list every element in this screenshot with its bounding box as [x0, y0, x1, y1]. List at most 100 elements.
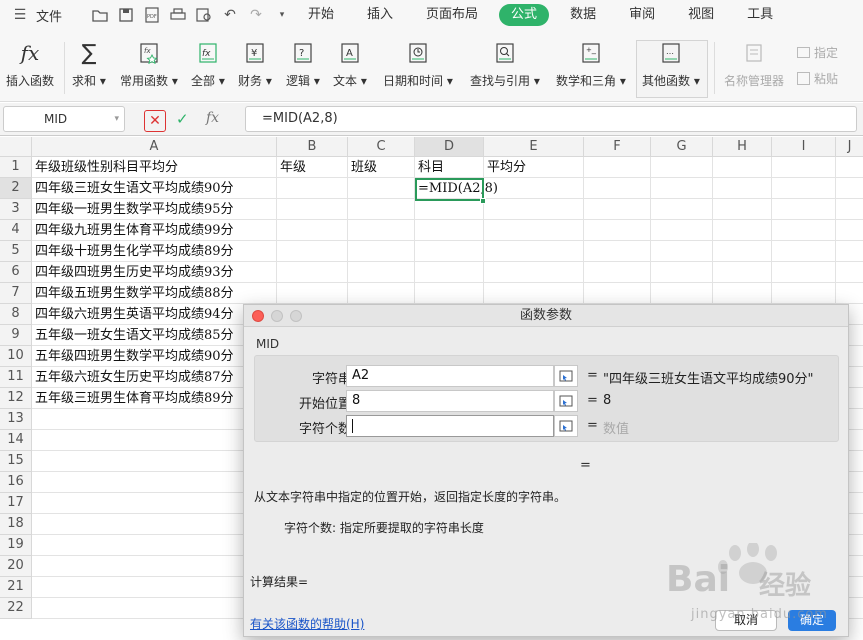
cell-a6[interactable]: 四年级四班男生历史平均成绩93分: [32, 262, 276, 283]
column-header[interactable]: F: [584, 137, 651, 157]
column-header[interactable]: A: [32, 137, 277, 157]
common-functions-button[interactable]: fx 常用函数 ▾: [120, 40, 178, 96]
column-header[interactable]: J: [836, 137, 863, 157]
tab-data[interactable]: 数据: [558, 4, 608, 26]
hamburger-menu-icon[interactable]: ☰: [10, 5, 30, 25]
row-header[interactable]: 18: [0, 514, 32, 535]
name-manager-button[interactable]: 名称管理器: [724, 40, 784, 96]
row-header[interactable]: 4: [0, 220, 32, 241]
paste-name-button[interactable]: 粘贴: [797, 70, 838, 87]
autosum-button[interactable]: ∑ 求和 ▾: [72, 40, 106, 96]
tab-view[interactable]: 视图: [676, 4, 726, 26]
cell-a2[interactable]: 四年级三班女生语文平均成绩90分: [32, 178, 276, 199]
row-header[interactable]: 20: [0, 556, 32, 577]
row-header[interactable]: 5: [0, 241, 32, 262]
row-header[interactable]: 10: [0, 346, 32, 367]
select-all-corner[interactable]: [0, 137, 32, 157]
row-header[interactable]: 16: [0, 472, 32, 493]
row-header[interactable]: 8: [0, 304, 32, 325]
minimize-icon[interactable]: [271, 310, 283, 322]
print-preview-icon[interactable]: [194, 5, 214, 25]
fx-icon[interactable]: fx: [206, 110, 219, 126]
file-menu[interactable]: 文件: [36, 6, 62, 25]
row-header[interactable]: 9: [0, 325, 32, 346]
help-link[interactable]: 有关该函数的帮助(H): [250, 615, 364, 632]
row-header[interactable]: 2: [0, 178, 32, 199]
row-header[interactable]: 1: [0, 157, 32, 178]
cell-a1[interactable]: 年级班级性别科目平均分: [32, 157, 276, 178]
cell-d1[interactable]: 科目: [415, 157, 483, 178]
save-icon[interactable]: [116, 5, 136, 25]
tab-page-layout[interactable]: 页面布局: [414, 4, 490, 26]
cancel-formula-button[interactable]: ✕: [144, 110, 166, 132]
cell-c1[interactable]: 班级: [348, 157, 414, 178]
cell-a8[interactable]: 四年级六班男生英语平均成绩94分: [32, 304, 276, 325]
maximize-icon[interactable]: [290, 310, 302, 322]
range-picker-icon[interactable]: [554, 390, 578, 412]
all-functions-button[interactable]: fx 全部 ▾: [191, 40, 225, 96]
cell-a10[interactable]: 五年级四班男生数学平均成绩90分: [32, 346, 276, 367]
logic-functions-button[interactable]: ? 逻辑 ▾: [286, 40, 320, 96]
arg-input-start[interactable]: 8: [346, 390, 554, 412]
name-box[interactable]: MID ▾: [3, 106, 125, 132]
cell-a11[interactable]: 五年级六班女生历史平均成绩87分: [32, 367, 276, 388]
undo-icon[interactable]: ↶: [220, 5, 240, 25]
row-header[interactable]: 22: [0, 598, 32, 619]
chevron-down-icon[interactable]: ▾: [114, 107, 119, 131]
math-functions-button[interactable]: + − 数学和三角 ▾: [556, 40, 626, 96]
row-header[interactable]: 19: [0, 535, 32, 556]
range-picker-icon[interactable]: [554, 365, 578, 387]
column-header[interactable]: G: [651, 137, 713, 157]
column-header[interactable]: C: [348, 137, 415, 157]
column-header[interactable]: I: [772, 137, 836, 157]
cell-a5[interactable]: 四年级十班男生化学平均成绩89分: [32, 241, 276, 262]
tab-formulas[interactable]: 公式: [499, 4, 550, 26]
tab-insert[interactable]: 插入: [355, 4, 405, 26]
arg-input-text[interactable]: A2: [346, 365, 554, 387]
row-header[interactable]: 12: [0, 388, 32, 409]
cell-a4[interactable]: 四年级九班男生体育平均成绩99分: [32, 220, 276, 241]
arg-input-num-chars[interactable]: [346, 415, 554, 437]
redo-icon[interactable]: ↷: [246, 5, 266, 25]
row-header[interactable]: 11: [0, 367, 32, 388]
column-header[interactable]: B: [277, 137, 348, 157]
cell-a7[interactable]: 四年级五班男生数学平均成绩88分: [32, 283, 276, 304]
cell-b1[interactable]: 年级: [277, 157, 347, 178]
assign-button[interactable]: 指定: [797, 44, 838, 61]
other-functions-button[interactable]: … 其他函数 ▾: [642, 40, 700, 96]
row-header[interactable]: 15: [0, 451, 32, 472]
close-icon[interactable]: [252, 310, 264, 322]
cell-e1[interactable]: 平均分: [484, 157, 583, 178]
cell-a9[interactable]: 五年级一班女生语文平均成绩85分: [32, 325, 276, 346]
row-header[interactable]: 14: [0, 430, 32, 451]
lookup-functions-button[interactable]: 查找与引用 ▾: [470, 40, 540, 96]
row-header[interactable]: 17: [0, 493, 32, 514]
tab-review[interactable]: 审阅: [617, 4, 667, 26]
tab-tools[interactable]: 工具: [735, 4, 785, 26]
row-header[interactable]: 7: [0, 283, 32, 304]
column-header[interactable]: D: [415, 137, 484, 157]
row-header[interactable]: 21: [0, 577, 32, 598]
datetime-functions-button[interactable]: 日期和时间 ▾: [383, 40, 453, 96]
formula-input[interactable]: =MID(A2,8): [245, 106, 857, 132]
export-pdf-icon[interactable]: PDF: [142, 5, 162, 25]
column-header[interactable]: E: [484, 137, 584, 157]
cancel-button[interactable]: 取消: [715, 610, 777, 631]
confirm-formula-button[interactable]: ✓: [176, 110, 189, 128]
cell-a3[interactable]: 四年级一班男生数学平均成绩95分: [32, 199, 276, 220]
row-header[interactable]: 6: [0, 262, 32, 283]
open-folder-icon[interactable]: [90, 5, 110, 25]
tab-home[interactable]: 开始: [296, 4, 346, 26]
insert-function-button[interactable]: fx 插入函数: [6, 40, 54, 96]
print-icon[interactable]: [168, 5, 188, 25]
column-header[interactable]: H: [713, 137, 772, 157]
range-picker-icon[interactable]: [554, 415, 578, 437]
text-functions-button[interactable]: A 文本 ▾: [333, 40, 367, 96]
customize-dropdown-icon[interactable]: ▾: [272, 5, 292, 25]
finance-functions-button[interactable]: ¥ 财务 ▾: [238, 40, 272, 96]
ok-button[interactable]: 确定: [788, 610, 836, 631]
row-header[interactable]: 13: [0, 409, 32, 430]
cell-a12[interactable]: 五年级三班男生体育平均成绩89分: [32, 388, 276, 409]
fill-handle[interactable]: [480, 198, 486, 204]
row-header[interactable]: 3: [0, 199, 32, 220]
